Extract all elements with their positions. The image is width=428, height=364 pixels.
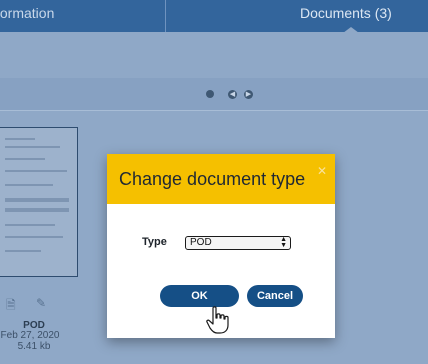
page-dot-indicator[interactable] [206, 90, 214, 98]
pager-bar: ◀ ▶ [0, 78, 428, 111]
tab-divider [165, 0, 166, 32]
thumb-text-line [5, 184, 53, 186]
pencil-icon[interactable]: ✎ [36, 296, 46, 310]
cancel-button[interactable]: Cancel [247, 285, 303, 307]
thumb-text-line [5, 138, 35, 140]
type-select[interactable]: POD ▲ ▼ [185, 236, 291, 250]
hand-pointer-icon [206, 306, 229, 334]
ok-button[interactable]: OK [160, 285, 239, 307]
thumb-table-line [5, 198, 69, 202]
type-select-value: POD [190, 237, 212, 248]
document-date: Feb 27, 2020 [0, 330, 60, 341]
tab-information[interactable]: formation [0, 5, 54, 21]
type-label: Type [142, 236, 167, 248]
thumb-text-line [5, 158, 45, 160]
chevron-left-icon[interactable]: ◀ [228, 90, 237, 99]
thumb-text-line [5, 224, 55, 226]
dialog-title: Change document type [119, 169, 306, 189]
dialog-header: Change document type ✕ [107, 154, 335, 204]
tab-documents[interactable]: Documents (3) [300, 5, 392, 21]
thumb-text-line [5, 236, 63, 238]
document-thumbnail[interactable] [0, 127, 78, 277]
thumb-text-line [5, 250, 41, 252]
thumb-table-line [5, 208, 69, 212]
thumb-text-line [5, 170, 67, 172]
download-file-icon[interactable]: 🗎 [6, 296, 16, 317]
select-arrows-icon: ▲ ▼ [280, 236, 287, 249]
thumb-text-line [5, 146, 60, 148]
tab-bar: formation Documents (3) [0, 0, 428, 33]
chevron-right-icon[interactable]: ▶ [244, 90, 253, 99]
document-size: 5.41 kb [17, 341, 51, 352]
close-icon[interactable]: ✕ [317, 164, 327, 178]
active-tab-indicator [343, 27, 359, 33]
